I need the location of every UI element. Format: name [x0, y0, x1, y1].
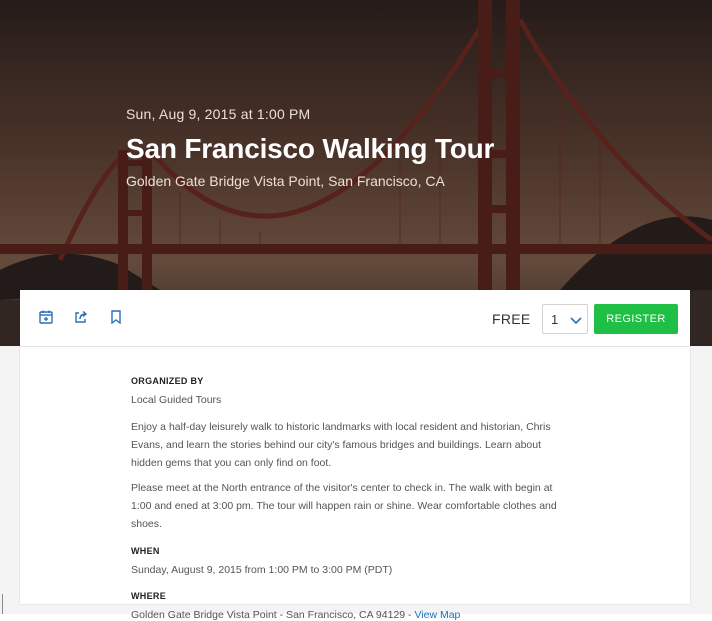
event-date: Sun, Aug 9, 2015 at 1:00 PM	[126, 106, 311, 122]
quantity-value: 1	[551, 312, 559, 327]
bookmark-icon[interactable]	[110, 310, 126, 326]
view-map-link[interactable]: View Map	[414, 609, 460, 621]
where-heading: WHERE	[131, 591, 166, 601]
add-to-calendar-icon[interactable]	[39, 310, 55, 326]
chevron-down-icon	[569, 313, 583, 331]
where-line: Golden Gate Bridge Vista Point - San Fra…	[131, 609, 571, 621]
when-heading: WHEN	[131, 546, 160, 556]
ticket-price: FREE	[492, 311, 531, 327]
event-toolbar: FREE 1 REGISTER	[20, 290, 690, 347]
scroll-edge	[2, 594, 3, 614]
when-text: Sunday, August 9, 2015 from 1:00 PM to 3…	[131, 564, 393, 576]
quantity-select[interactable]: 1	[542, 304, 588, 334]
event-title: San Francisco Walking Tour	[126, 133, 495, 164]
event-card: FREE 1 REGISTER ORGANIZED BY Local Guide…	[20, 290, 690, 621]
hero-text: Sun, Aug 9, 2015 at 1:00 PM San Francisc…	[126, 106, 494, 189]
description-paragraph-1: Enjoy a half-day leisurely walk to histo…	[131, 421, 551, 469]
register-button[interactable]: REGISTER	[594, 304, 678, 334]
organizer-link[interactable]: Local Guided Tours	[131, 394, 571, 406]
share-icon[interactable]	[74, 310, 90, 326]
event-details: ORGANIZED BY Local Guided Tours Enjoy a …	[131, 376, 571, 621]
description-paragraph-2: Please meet at the North entrance of the…	[131, 482, 557, 530]
event-location: Golden Gate Bridge Vista Point, San Fran…	[126, 173, 445, 189]
organized-by-heading: ORGANIZED BY	[131, 376, 204, 386]
where-text: Golden Gate Bridge Vista Point - San Fra…	[131, 609, 415, 621]
